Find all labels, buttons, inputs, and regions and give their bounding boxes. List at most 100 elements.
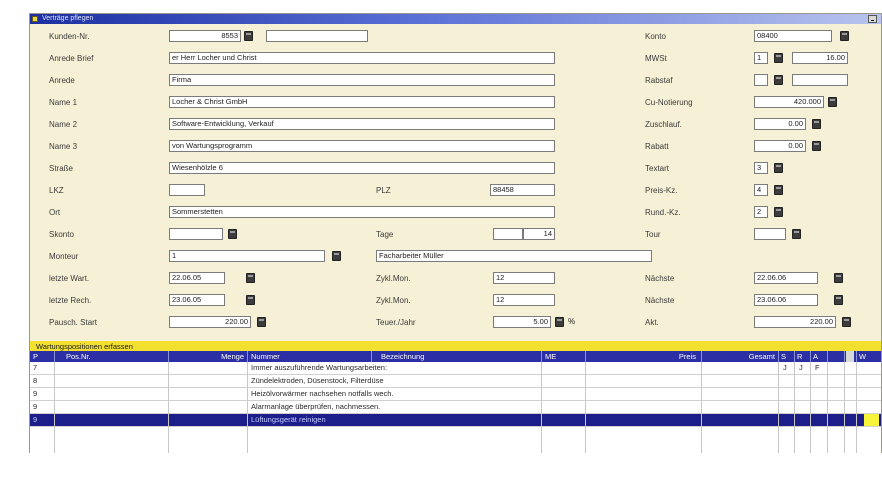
cu-notierung-button[interactable] — [828, 97, 837, 107]
tour-lookup-button[interactable] — [792, 229, 801, 239]
label-akt: Akt. — [645, 318, 659, 327]
skonto-button[interactable] — [228, 229, 237, 239]
zuschlauf-input[interactable]: 0.00 — [754, 118, 806, 130]
name3-input[interactable]: von Wartungsprogramm — [169, 140, 555, 152]
col-header-a[interactable]: A — [813, 351, 825, 362]
name1-input[interactable]: Locher & Christ GmbH — [169, 96, 555, 108]
positions-table: 7 Immer auszuführende Wartungsarbeiten: … — [30, 362, 881, 453]
cell-a: F — [815, 363, 820, 372]
col-header-menge[interactable]: Menge — [170, 351, 244, 362]
pausch-start-input[interactable]: 220.00 — [169, 316, 251, 328]
anrede-brief-input[interactable]: er Herr Locher und Christ — [169, 52, 555, 64]
teuer-jahr-button[interactable] — [555, 317, 564, 327]
rabatt-button[interactable] — [812, 141, 821, 151]
lkz-input[interactable] — [169, 184, 205, 196]
letzte-rech-input[interactable]: 23.06.05 — [169, 294, 225, 306]
preis-kz-button[interactable] — [774, 185, 783, 195]
letzte-rech-calendar-button[interactable] — [246, 295, 255, 305]
skonto-input[interactable] — [169, 228, 223, 240]
col-header-preis[interactable]: Preis — [590, 351, 696, 362]
mwst-button[interactable] — [774, 53, 783, 63]
col-header-pos-nr[interactable]: Pos.Nr. — [66, 351, 156, 362]
label-ort: Ort — [49, 208, 61, 217]
table-row[interactable]: 7 Immer auszuführende Wartungsarbeiten: … — [30, 362, 881, 375]
rabstaf-input[interactable] — [754, 74, 768, 86]
textart-input[interactable]: 3 — [754, 162, 768, 174]
textart-button[interactable] — [774, 163, 783, 173]
cell-bezeichnung: Immer auszuführende Wartungsarbeiten: — [251, 363, 388, 372]
mwst-input[interactable]: 1 — [754, 52, 768, 64]
kunden-lookup-button[interactable] — [244, 31, 253, 41]
col-header-p[interactable]: P — [33, 351, 53, 362]
label-kunden-nr: Kunden-Nr. — [49, 32, 90, 41]
label-pausch-start: Pausch. Start — [49, 318, 98, 327]
teuer-jahr-input[interactable]: 5.00 — [493, 316, 551, 328]
label-teuer-jahr: Teuer./Jahr — [376, 318, 416, 327]
label-letzte-wart: letzte Wart. — [49, 274, 90, 283]
name2-input[interactable]: Software-Entwicklung, Verkauf — [169, 118, 555, 130]
label-rabstaf: Rabstaf — [645, 76, 673, 85]
table-row[interactable]: 9 Alarmanlage überprüfen, nachmessen. — [30, 401, 881, 414]
label-zykl-mon-1: Zykl.Mon. — [376, 274, 411, 283]
table-row[interactable]: 8 Zündelektroden, Düsenstock, Filterdüse — [30, 375, 881, 388]
konto-input[interactable]: 08400 — [754, 30, 832, 42]
konto-lookup-button[interactable] — [840, 31, 849, 41]
akt-input[interactable]: 220.00 — [754, 316, 836, 328]
naechste-rech-input[interactable]: 23.06.06 — [754, 294, 818, 306]
col-header-s[interactable]: S — [781, 351, 793, 362]
minimize-button[interactable] — [868, 15, 877, 23]
cell-bezeichnung: Alarmanlage überprüfen, nachmessen. — [251, 402, 381, 411]
rund-kz-input[interactable]: 2 — [754, 206, 768, 218]
label-strasse: Straße — [49, 164, 74, 173]
naechste-wart-input[interactable]: 22.06.06 — [754, 272, 818, 284]
tage-input[interactable]: 14 — [523, 228, 555, 240]
strasse-input[interactable]: Wiesenhölzle 6 — [169, 162, 555, 174]
zykl-mon-1-input[interactable]: 12 — [493, 272, 555, 284]
rabstaf-extra-input[interactable] — [792, 74, 848, 86]
kunden-nr-input[interactable]: 8553 — [169, 30, 241, 42]
label-mwst: MWSt — [645, 54, 667, 63]
col-header-r[interactable]: R — [797, 351, 809, 362]
kunden-extra-input[interactable] — [266, 30, 368, 42]
mwst-rate-input[interactable]: 16.00 — [792, 52, 848, 64]
cell-w-highlight[interactable] — [864, 414, 879, 426]
col-header-me[interactable]: ME — [545, 351, 585, 362]
tage-prefix-input[interactable] — [493, 228, 523, 240]
plz-input[interactable]: 88458 — [490, 184, 555, 196]
letzte-wart-input[interactable]: 22.06.05 — [169, 272, 225, 284]
anrede-input[interactable]: Firma — [169, 74, 555, 86]
window-icon[interactable] — [32, 16, 38, 22]
naechste-rech-calendar-button[interactable] — [834, 295, 843, 305]
col-header-nummer[interactable]: Nummer — [251, 351, 351, 362]
col-header-bezeichnung[interactable]: Bezeichnung — [381, 351, 541, 362]
table-row[interactable]: 9 Heizölvorwärmer nachsehen notfalls wec… — [30, 388, 881, 401]
window-title: Verträge pflegen — [42, 15, 94, 22]
zykl-mon-2-input[interactable]: 12 — [493, 294, 555, 306]
pausch-start-button[interactable] — [257, 317, 266, 327]
col-header-w[interactable]: W — [859, 351, 877, 362]
monteur-input[interactable]: 1 — [169, 250, 325, 262]
preis-kz-input[interactable]: 4 — [754, 184, 768, 196]
cell-bezeichnung: Zündelektroden, Düsenstock, Filterdüse — [251, 376, 384, 385]
table-header: P Pos.Nr. Menge Nummer Bezeichnung ME Pr… — [30, 351, 881, 362]
col-header-gesamt[interactable]: Gesamt — [705, 351, 775, 362]
cell-s: J — [783, 363, 787, 372]
rund-kz-button[interactable] — [774, 207, 783, 217]
table-row-selected[interactable]: 9 Lüftungsgerät reinigen — [30, 414, 881, 427]
zuschlauf-button[interactable] — [812, 119, 821, 129]
col-header-checkbox[interactable] — [846, 351, 854, 362]
monteur-name-input[interactable]: Facharbeiter Müller — [376, 250, 652, 262]
ort-input[interactable]: Sommerstetten — [169, 206, 555, 218]
cu-notierung-input[interactable]: 420.000 — [754, 96, 824, 108]
tour-input[interactable] — [754, 228, 786, 240]
cell-bezeichnung: Lüftungsgerät reinigen — [251, 415, 326, 424]
label-monteur: Monteur — [49, 252, 79, 261]
letzte-wart-calendar-button[interactable] — [246, 273, 255, 283]
naechste-wart-calendar-button[interactable] — [834, 273, 843, 283]
monteur-lookup-button[interactable] — [332, 251, 341, 261]
rabatt-input[interactable]: 0.00 — [754, 140, 806, 152]
akt-button[interactable] — [842, 317, 851, 327]
col-header-blank[interactable] — [830, 351, 842, 362]
rabstaf-button[interactable] — [774, 75, 783, 85]
contract-window: Verträge pflegen Kunden-Nr. Anrede Brief… — [29, 13, 882, 453]
